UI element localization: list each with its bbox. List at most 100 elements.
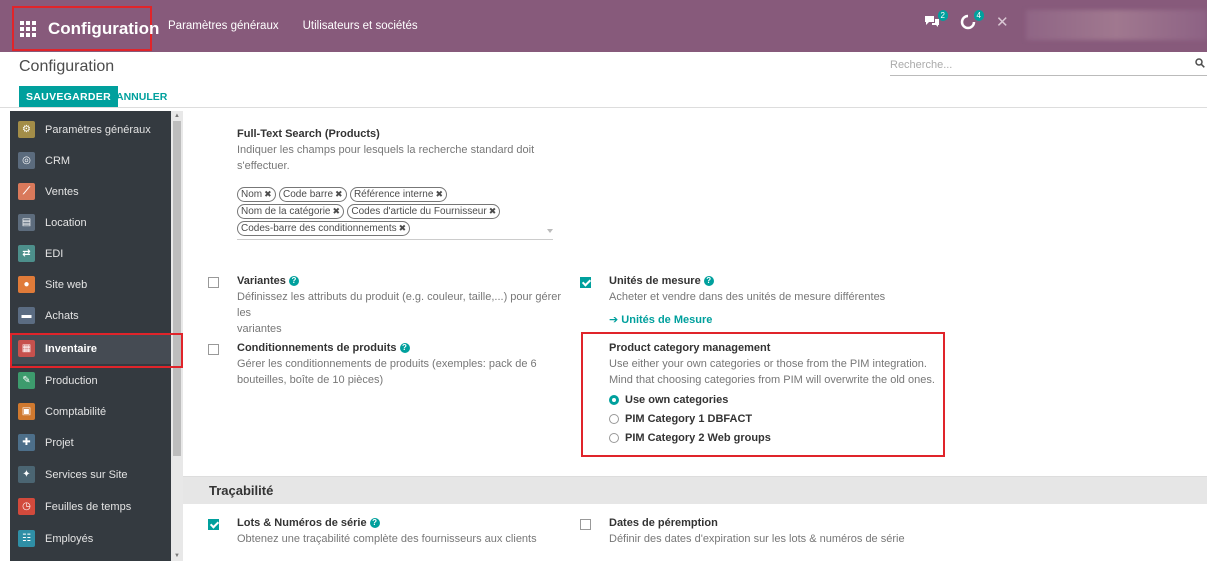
settings-main: Full-Text Search (Products) Indiquer les… [183,111,1207,561]
sidebar-item-accounting[interactable]: ▣ Comptabilité [10,396,171,427]
radio-label: PIM Category 1 DBFACT [625,412,753,425]
worker-icon: ✦ [18,466,35,483]
lots-desc: Obtenez une traçabilité complète des fou… [237,533,537,545]
radio-button[interactable] [609,394,619,405]
uom-link[interactable]: ➔ Unités de Mesure [609,313,949,326]
sidebar-item-label: Paramètres généraux [45,123,151,136]
sidebar-item-timesheets[interactable]: ◷ Feuilles de temps [10,491,171,522]
scroll-down-icon[interactable]: ▼ [174,553,180,559]
section-header-traceability: Traçabilité [183,476,1207,504]
chart-icon: ⟋ [18,183,35,200]
lots-title: Lots & Numéros de série [237,517,367,529]
breadcrumb: Configuration [19,58,115,75]
control-panel: Configuration SAUVEGARDER ANNULER [0,52,1207,108]
chevron-down-icon[interactable] [547,229,553,233]
search-bar [890,56,1207,76]
apps-grid-icon[interactable] [20,20,36,37]
sidebar-item-label: Employés [45,532,94,545]
sidebar-item-website[interactable]: ● Site web [10,269,171,300]
radio-button[interactable] [609,413,619,424]
tag-remove-icon[interactable]: ✖ [264,189,272,199]
sidebar-item-label: Services sur Site [45,468,128,481]
app-title[interactable]: Configuration [48,19,159,39]
systray: 2 4 ✕ [924,10,1014,32]
sidebar-item-label: EDI [45,247,64,260]
scroll-thumb[interactable] [173,121,181,456]
expiry-title: Dates de péremption [609,517,718,529]
scroll-up-icon[interactable]: ▲ [174,113,180,119]
tag-remove-icon[interactable]: ✖ [333,206,341,216]
tag-barcode[interactable]: Code barre ✖ [279,187,347,202]
radio-pim-category-1[interactable]: PIM Category 1 DBFACT [609,409,939,428]
variants-setting: Variantes? Définissez les attributs du p… [237,275,567,337]
radio-pim-category-2[interactable]: PIM Category 2 Web groups [609,428,939,447]
radio-use-own-categories[interactable]: Use own categories [609,390,939,409]
help-icon[interactable]: ? [288,276,299,287]
pcm-desc-line1: Use either your own categories or those … [609,358,927,370]
help-icon[interactable]: ? [369,518,380,529]
sidebar-item-label: Site web [45,278,88,291]
variants-desc-line1: Définissez les attributs du produit (e.g… [237,291,562,319]
tag-packaging-barcodes[interactable]: Codes-barre des conditionnements ✖ [237,221,411,236]
pcm-title: Product category management [609,342,771,354]
sidebar-item-label: Achats [45,309,79,322]
tag-name[interactable]: Nom ✖ [237,187,276,202]
sidebar-item-general-settings[interactable]: ⚙ Paramètres généraux [10,114,171,145]
variants-checkbox[interactable] [208,277,219,288]
user-menu[interactable] [1026,10,1207,40]
help-icon[interactable]: ? [399,343,410,354]
highlight-box-inventory [10,333,183,368]
tag-category-name[interactable]: Nom de la catégorie ✖ [237,204,345,219]
tag-supplier-codes[interactable]: Codes d'article du Fournisseur ✖ [347,204,501,219]
sidebar-item-field-service[interactable]: ✦ Services sur Site [10,459,171,490]
sidebar-item-crm[interactable]: ◎ CRM [10,145,171,176]
sidebar-item-employees[interactable]: ☷ Employés [10,523,171,554]
crm-icon: ◎ [18,152,35,169]
invoice-icon: ▣ [18,403,35,420]
search-icon[interactable] [1195,58,1205,68]
lots-setting: Lots & Numéros de série? Obtenez une tra… [237,517,567,547]
sidebar-item-rental[interactable]: ▤ Location [10,207,171,238]
fulltext-desc-line1: Indiquer les champs pour lesquels la rec… [237,144,535,156]
sidebar-item-label: Ventes [45,185,79,198]
tag-remove-icon[interactable]: ✖ [489,206,497,216]
arrow-right-icon: ➔ [609,314,622,326]
fulltext-setting: Full-Text Search (Products) Indiquer les… [237,128,557,174]
tag-label: Référence interne [353,189,434,200]
sidebar-item-manufacturing[interactable]: ✎ Production [10,365,171,396]
packaging-desc-line1: Gérer les conditionnements de produits (… [237,358,537,370]
fulltext-title: Full-Text Search (Products) [237,128,380,140]
tag-internal-ref[interactable]: Référence interne ✖ [349,187,447,202]
sidebar-item-label: CRM [45,154,71,167]
tag-remove-icon[interactable]: ✖ [399,223,407,233]
sidebar-item-sales[interactable]: ⟋ Ventes [10,176,171,207]
search-input[interactable] [890,56,1180,74]
messaging-icon[interactable]: 2 [924,10,948,32]
sidebar-item-label: Comptabilité [45,405,107,418]
help-icon[interactable]: ? [703,276,714,287]
lots-checkbox[interactable] [208,519,219,530]
variants-desc-line2: variantes [237,323,282,335]
radio-label: PIM Category 2 Web groups [625,431,771,444]
save-button[interactable]: SAUVEGARDER [19,86,118,107]
pcm-setting: Product category management Use either y… [609,342,939,447]
expiry-checkbox[interactable] [580,519,591,530]
close-icon[interactable]: ✕ [996,14,1014,32]
packaging-checkbox[interactable] [208,344,219,355]
menu-general-settings[interactable]: Paramètres généraux [168,20,279,32]
app-switcher[interactable]: Configuration [12,6,159,51]
cancel-button[interactable]: ANNULER [116,86,167,107]
tag-remove-icon[interactable]: ✖ [335,189,343,199]
sidebar-item-project[interactable]: ✚ Projet [10,427,171,458]
messages-badge: 2 [937,10,948,21]
sidebar-item-label: Feuilles de temps [45,500,132,513]
uom-checkbox[interactable] [580,277,591,288]
activity-icon[interactable]: 4 [960,10,984,32]
sidebar-item-purchase[interactable]: ▬ Achats [10,300,171,331]
radio-button[interactable] [609,432,619,443]
tag-label: Nom de la catégorie [241,206,331,217]
fulltext-tags-field[interactable]: Nom ✖ Code barre ✖ Référence interne ✖ Nom … [237,186,553,240]
sidebar-item-edi[interactable]: ⇄ EDI [10,238,171,269]
menu-users-companies[interactable]: Utilisateurs et sociétés [303,20,418,32]
tag-remove-icon[interactable]: ✖ [435,189,443,199]
